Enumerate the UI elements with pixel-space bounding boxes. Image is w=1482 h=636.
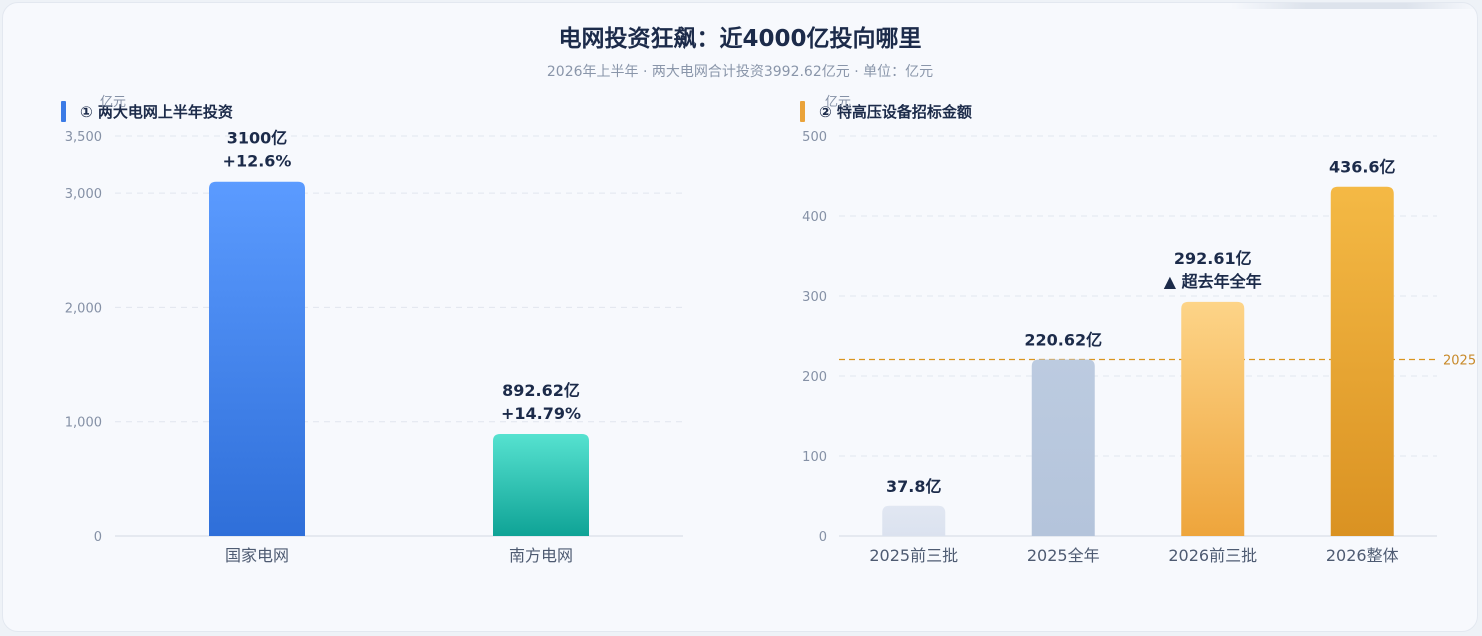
x-tick-label: 2025全年 [1027, 546, 1100, 565]
x-tick-label: 2026整体 [1326, 546, 1399, 565]
y-tick-label: 1,000 [65, 416, 102, 431]
bar-南方电网 [493, 433, 589, 536]
bar-国家电网 [209, 181, 305, 536]
y-tick-label: 3,500 [65, 130, 102, 145]
y-axis-unit: 亿元 [825, 95, 851, 110]
bar-value-label: 3100亿 [227, 129, 288, 148]
bar-value-label: 436.6亿 [1329, 158, 1396, 177]
x-tick-label: 国家电网 [225, 546, 289, 565]
y-tick-label: 2,000 [65, 301, 102, 316]
bar-sublabel: +12.6% [223, 152, 292, 171]
bar-sublabel: +14.79% [501, 404, 581, 423]
chart-card: 电网投资狂飙：近4000亿投向哪里 2026年上半年 · 两大电网合计投资399… [2, 2, 1478, 632]
y-tick-label: 0 [94, 530, 102, 545]
bar-value-label: 220.62亿 [1024, 331, 1102, 350]
bar-value-label: 37.8亿 [886, 477, 941, 496]
x-tick-label: 2026前三批 [1168, 546, 1257, 565]
y-tick-label: 300 [802, 290, 827, 305]
bar-value-label: 892.62亿 [502, 381, 580, 400]
y-tick-label: 3,000 [65, 187, 102, 202]
y-tick-label: 400 [802, 210, 827, 225]
chart-uhv-tender: 0 100 200 300 400 500 亿元 2025 37.8亿 2025前三批 220.62… [802, 95, 1476, 565]
bar-2025前三批 [882, 505, 946, 536]
y-tick-label: 500 [802, 130, 827, 145]
y-axis-unit: 亿元 [100, 95, 126, 110]
bar-2025全年 [1031, 359, 1095, 536]
chart-investment: 0 1,000 2,000 3,000 3,500 亿元 3100亿 +12.6% 国家电网 89… [65, 95, 683, 565]
reference-line-label: 2025 [1443, 354, 1476, 369]
y-tick-label: 0 [819, 530, 827, 545]
bar-value-label: 292.61亿 [1174, 249, 1252, 268]
y-tick-label: 100 [802, 450, 827, 465]
y-tick-label: 200 [802, 370, 827, 385]
bar-sublabel: ▲ 超去年全年 [1164, 272, 1262, 291]
bar-2026前三批 [1181, 301, 1245, 536]
x-tick-label: 2025前三批 [869, 546, 958, 565]
bar-2026整体 [1330, 186, 1394, 536]
x-tick-label: 南方电网 [509, 546, 573, 565]
